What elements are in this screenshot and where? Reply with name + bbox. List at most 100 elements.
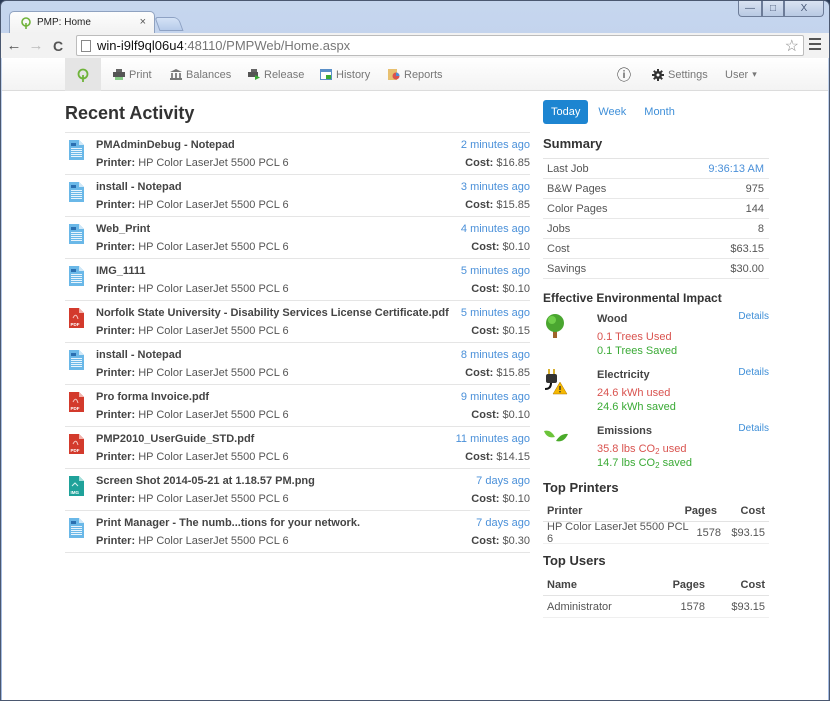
job-cost: Cost: $15.85 <box>465 199 530 211</box>
summary-title-wrap: Summary <box>543 136 769 151</box>
job-name[interactable]: install - Notepad <box>96 349 182 361</box>
emissions-details-link[interactable]: Details <box>738 423 769 434</box>
home-button[interactable] <box>65 58 101 91</box>
job-time[interactable]: 9 minutes ago <box>461 391 530 403</box>
reports-icon <box>388 69 400 80</box>
forward-button[interactable]: → <box>27 37 45 54</box>
job-name[interactable]: IMG_1111 <box>96 265 146 277</box>
col-printer: Printer <box>547 504 583 517</box>
emissions-used: 35.8 lbs CO2 used <box>597 443 687 456</box>
job-time[interactable]: 5 minutes ago <box>461 265 530 277</box>
info-button[interactable]: ⓘ <box>617 58 631 91</box>
job-printer: Printer: HP Color LaserJet 5500 PCL 6 <box>96 451 289 463</box>
job-name[interactable]: Web_Print <box>96 223 150 235</box>
printer-icon <box>113 69 125 80</box>
job-cost: Cost: $0.10 <box>471 241 530 253</box>
job-time[interactable]: 2 minutes ago <box>461 139 530 151</box>
job-name[interactable]: PMAdminDebug - Notepad <box>96 139 235 151</box>
job-name[interactable]: Screen Shot 2014-05-21 at 1.18.57 PM.png <box>96 475 315 487</box>
browser-menu-icon[interactable] <box>809 38 821 53</box>
address-bar[interactable]: win-i9lf9ql06u4 :48110/PMPWeb/Home.aspx … <box>76 35 804 56</box>
top-printers-header: Printer Pages Cost <box>543 500 769 522</box>
reload-button[interactable]: C <box>49 38 67 54</box>
nav-balances[interactable]: Balances <box>170 58 231 91</box>
document-icon <box>69 350 84 370</box>
summary-value[interactable]: 9:36:13 AM <box>708 163 764 175</box>
wood-used: 0.1 Trees Used <box>597 331 672 343</box>
nav-print[interactable]: Print <box>113 58 152 91</box>
summary-label: Jobs <box>547 222 571 235</box>
new-tab-button[interactable] <box>154 17 184 31</box>
tab-close-icon[interactable]: × <box>140 16 146 28</box>
top-users-table: Name Pages Cost Administrator 1578 $93.1… <box>543 574 769 618</box>
user-name: Administrator <box>547 600 612 613</box>
close-window-button[interactable]: X <box>784 1 824 17</box>
gear-icon <box>652 69 664 81</box>
page-icon <box>81 39 91 52</box>
job-name[interactable]: Print Manager - The numb...tions for you… <box>96 517 360 529</box>
history-icon <box>320 69 332 80</box>
job-time[interactable]: 4 minutes ago <box>461 223 530 235</box>
nav-print-label: Print <box>129 68 152 81</box>
summary-row: Jobs 8 <box>543 219 769 239</box>
col-cost: Cost <box>740 578 765 591</box>
job-name[interactable]: install - Notepad <box>96 181 182 193</box>
page-content: Print Balances Release History Reports ⓘ <box>2 58 828 700</box>
bookmark-star-icon[interactable]: ☆ <box>785 36 799 56</box>
activity-row[interactable]: PDF Pro forma Invoice.pdf Printer: HP Colo… <box>65 385 530 427</box>
image-file-icon: IMG <box>69 476 84 496</box>
wood-details-link[interactable]: Details <box>738 311 769 322</box>
top-users-header: Name Pages Cost <box>543 574 769 596</box>
job-cost: Cost: $0.10 <box>471 409 530 421</box>
activity-row[interactable]: PDF PMP2010_UserGuide_STD.pdf Printer: HP … <box>65 427 530 469</box>
env-title-wrap: Effective Environmental Impact <box>543 291 769 305</box>
summary-row: Cost $63.15 <box>543 239 769 259</box>
job-time[interactable]: 3 minutes ago <box>461 181 530 193</box>
job-printer: Printer: HP Color LaserJet 5500 PCL 6 <box>96 535 289 547</box>
wood-title: Wood <box>597 313 628 325</box>
job-name[interactable]: PMP2010_UserGuide_STD.pdf <box>96 433 254 445</box>
activity-row[interactable]: install - Notepad Printer: HP Color Laser… <box>65 343 530 385</box>
nav-reports[interactable]: Reports <box>388 58 443 91</box>
nav-settings[interactable]: Settings <box>652 58 708 91</box>
pdf-file-icon: PDF <box>69 308 84 328</box>
tab-week[interactable]: Week <box>590 100 634 124</box>
nav-settings-label: Settings <box>668 68 708 81</box>
activity-row[interactable]: IMG_1111 Printer: HP Color LaserJet 5500 … <box>65 259 530 301</box>
summary-value: 144 <box>745 202 764 215</box>
job-name[interactable]: Pro forma Invoice.pdf <box>96 391 209 403</box>
activity-row[interactable]: PDF Norfolk State University - Disability… <box>65 301 530 343</box>
activity-row[interactable]: install - Notepad Printer: HP Color Laser… <box>65 175 530 217</box>
job-time[interactable]: 11 minutes ago <box>456 433 530 445</box>
activity-row[interactable]: Web_Print Printer: HP Color LaserJet 5500… <box>65 217 530 259</box>
summary-value: 975 <box>745 182 764 195</box>
summary-row: B&W Pages 975 <box>543 179 769 199</box>
nav-release[interactable]: Release <box>248 58 304 91</box>
document-icon <box>69 182 84 202</box>
activity-row[interactable]: IMG Screen Shot 2014-05-21 at 1.18.57 PM.… <box>65 469 530 511</box>
release-printer-icon <box>248 69 260 80</box>
electricity-details-link[interactable]: Details <box>738 367 769 378</box>
summary-label: Cost <box>547 242 570 255</box>
user-dropdown[interactable]: User ▾ <box>725 58 757 91</box>
job-name[interactable]: Norfolk State University - Disability Se… <box>96 307 449 319</box>
activity-row[interactable]: PMAdminDebug - Notepad Printer: HP Color … <box>65 133 530 175</box>
summary-row: Last Job 9:36:13 AM <box>543 159 769 179</box>
tab-month[interactable]: Month <box>636 100 683 124</box>
job-time[interactable]: 7 days ago <box>476 517 530 529</box>
summary-label: Savings <box>547 262 587 275</box>
back-button[interactable]: ← <box>5 37 23 54</box>
activity-row[interactable]: Print Manager - The numb...tions for you… <box>65 511 530 553</box>
summary-table: Last Job 9:36:13 AM B&W Pages 975 Color Page… <box>543 158 769 279</box>
minimize-button[interactable]: — <box>738 1 762 17</box>
tab-today[interactable]: Today <box>543 100 589 124</box>
top-users-title-wrap: Top Users <box>543 553 769 568</box>
nav-history[interactable]: History <box>320 58 370 91</box>
browser-tab[interactable]: PMP: Home × <box>9 11 155 33</box>
document-icon <box>69 140 84 160</box>
maximize-button[interactable]: □ <box>762 1 784 17</box>
job-time[interactable]: 7 days ago <box>476 475 530 487</box>
job-time[interactable]: 8 minutes ago <box>461 349 530 361</box>
job-time[interactable]: 5 minutes ago <box>461 307 530 319</box>
activity-list: PMAdminDebug - Notepad Printer: HP Color … <box>65 132 530 553</box>
